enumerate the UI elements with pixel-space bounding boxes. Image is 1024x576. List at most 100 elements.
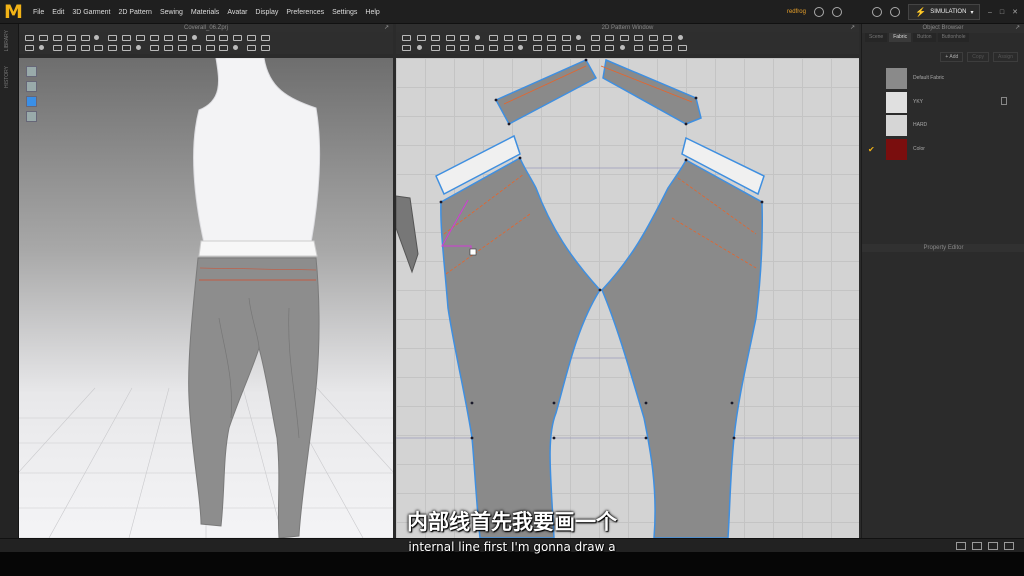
tool-icon[interactable] bbox=[136, 35, 146, 41]
fabric-action-button-0[interactable]: + Add bbox=[940, 52, 964, 62]
tool-icon[interactable] bbox=[547, 45, 556, 51]
maximize-icon[interactable]: □ bbox=[1000, 9, 1004, 16]
tool-icon[interactable] bbox=[150, 35, 159, 41]
tool-icon[interactable] bbox=[38, 35, 48, 41]
history-tab[interactable]: HISTORY bbox=[4, 66, 13, 88]
menu-item-materials[interactable]: Materials bbox=[191, 9, 219, 16]
tool-icon[interactable] bbox=[163, 35, 173, 41]
tool-icon[interactable] bbox=[402, 45, 411, 51]
tool-icon[interactable] bbox=[416, 45, 422, 50]
tool-icon[interactable] bbox=[677, 35, 683, 40]
tool-icon[interactable] bbox=[503, 35, 513, 41]
menu-item-3d-garment[interactable]: 3D Garment bbox=[72, 9, 110, 16]
tool-icon[interactable] bbox=[163, 45, 173, 51]
tool-icon[interactable] bbox=[25, 35, 34, 41]
tool-icon[interactable] bbox=[25, 45, 34, 51]
tool-icon[interactable] bbox=[205, 45, 215, 51]
tool-icon[interactable] bbox=[648, 45, 658, 51]
tool-icon[interactable] bbox=[648, 35, 658, 41]
minimize-icon[interactable]: – bbox=[988, 9, 992, 16]
menu-item-file[interactable]: File bbox=[33, 9, 44, 16]
tool-icon[interactable] bbox=[474, 45, 484, 51]
camera-icon[interactable] bbox=[26, 111, 37, 122]
tool-icon[interactable] bbox=[547, 35, 556, 41]
tool-icon[interactable] bbox=[52, 45, 62, 51]
avatar-pose-icon[interactable] bbox=[26, 81, 37, 92]
tool-icon[interactable] bbox=[634, 35, 643, 41]
menu-item-preferences[interactable]: Preferences bbox=[286, 9, 324, 16]
tool-icon[interactable] bbox=[431, 35, 440, 41]
tool-icon[interactable] bbox=[576, 45, 585, 51]
display-mode-icon[interactable] bbox=[26, 96, 37, 107]
tool-icon[interactable] bbox=[94, 35, 100, 40]
tool-icon[interactable] bbox=[80, 45, 90, 51]
tab-buttonhole[interactable]: Buttonhole bbox=[937, 33, 970, 42]
tool-icon[interactable] bbox=[605, 45, 614, 51]
tool-icon[interactable] bbox=[150, 45, 159, 51]
hanger-icon[interactable] bbox=[889, 7, 900, 17]
tool-icon[interactable] bbox=[219, 45, 229, 51]
tool-icon[interactable] bbox=[605, 35, 614, 41]
avatar-view-icon[interactable] bbox=[26, 66, 37, 77]
sound-icon[interactable] bbox=[813, 7, 824, 17]
tab-fabric[interactable]: Fabric bbox=[889, 33, 912, 42]
tool-icon[interactable] bbox=[38, 45, 44, 50]
viewport-2d[interactable] bbox=[396, 58, 859, 538]
fabric-item[interactable]: Default Fabric bbox=[868, 67, 1019, 89]
tool-icon[interactable] bbox=[219, 35, 229, 41]
tool-icon[interactable] bbox=[489, 45, 498, 51]
tool-icon[interactable] bbox=[191, 35, 197, 40]
menu-item-help[interactable]: Help bbox=[365, 9, 379, 16]
tool-icon[interactable] bbox=[233, 45, 239, 50]
tool-icon[interactable] bbox=[619, 35, 629, 41]
tool-icon[interactable] bbox=[634, 45, 643, 51]
tool-icon[interactable] bbox=[108, 45, 118, 51]
menu-item-2d-pattern[interactable]: 2D Pattern bbox=[118, 9, 151, 16]
tool-icon[interactable] bbox=[177, 45, 187, 51]
tool-icon[interactable] bbox=[52, 35, 62, 41]
menu-item-edit[interactable]: Edit bbox=[52, 9, 64, 16]
tool-icon[interactable] bbox=[431, 45, 440, 51]
fabric-action-button-2[interactable]: Assign bbox=[992, 52, 1018, 62]
tool-icon[interactable] bbox=[205, 35, 215, 41]
tool-icon[interactable] bbox=[402, 35, 411, 41]
tool-icon[interactable] bbox=[677, 45, 687, 51]
library-tab[interactable]: LIBRARY bbox=[4, 30, 13, 51]
tool-icon[interactable] bbox=[80, 35, 90, 41]
tool-icon[interactable] bbox=[518, 35, 527, 41]
fabric-item[interactable]: HARD bbox=[868, 114, 1019, 136]
tool-icon[interactable] bbox=[460, 45, 469, 51]
tool-icon[interactable] bbox=[532, 35, 542, 41]
tool-icon[interactable] bbox=[416, 35, 426, 41]
tool-icon[interactable] bbox=[261, 45, 271, 51]
tool-icon[interactable] bbox=[177, 35, 187, 41]
tool-icon[interactable] bbox=[663, 35, 672, 41]
tool-icon[interactable] bbox=[136, 45, 142, 50]
help-icon[interactable] bbox=[871, 7, 882, 17]
menu-item-settings[interactable]: Settings bbox=[332, 9, 357, 16]
fabric-item[interactable]: ✔ Color bbox=[868, 138, 1019, 160]
trash-icon[interactable] bbox=[1001, 97, 1007, 105]
tool-icon[interactable] bbox=[503, 45, 513, 51]
menu-item-display[interactable]: Display bbox=[255, 9, 278, 16]
tab-scene[interactable]: Scene bbox=[865, 33, 888, 42]
tool-icon[interactable] bbox=[590, 45, 600, 51]
tool-icon[interactable] bbox=[122, 35, 132, 41]
tool-icon[interactable] bbox=[247, 35, 257, 41]
tool-icon[interactable] bbox=[445, 45, 455, 51]
tool-icon[interactable] bbox=[247, 45, 257, 51]
tool-icon[interactable] bbox=[261, 35, 271, 41]
viewport-3d[interactable] bbox=[19, 58, 393, 538]
tool-icon[interactable] bbox=[66, 45, 76, 51]
menu-item-avatar[interactable]: Avatar bbox=[227, 9, 247, 16]
tool-icon[interactable] bbox=[518, 45, 523, 50]
tool-icon[interactable] bbox=[561, 35, 571, 41]
simulation-dropdown[interactable]: ⚡ SIMULATION ▾ bbox=[907, 4, 980, 20]
globe-icon[interactable] bbox=[831, 7, 842, 17]
fabric-item[interactable]: YKY bbox=[868, 91, 1019, 113]
close-icon[interactable]: ✕ bbox=[1012, 8, 1018, 16]
tool-icon[interactable] bbox=[191, 45, 201, 51]
tool-icon[interactable] bbox=[576, 35, 581, 40]
pattern-canvas[interactable] bbox=[396, 58, 859, 538]
tool-icon[interactable] bbox=[489, 35, 498, 41]
